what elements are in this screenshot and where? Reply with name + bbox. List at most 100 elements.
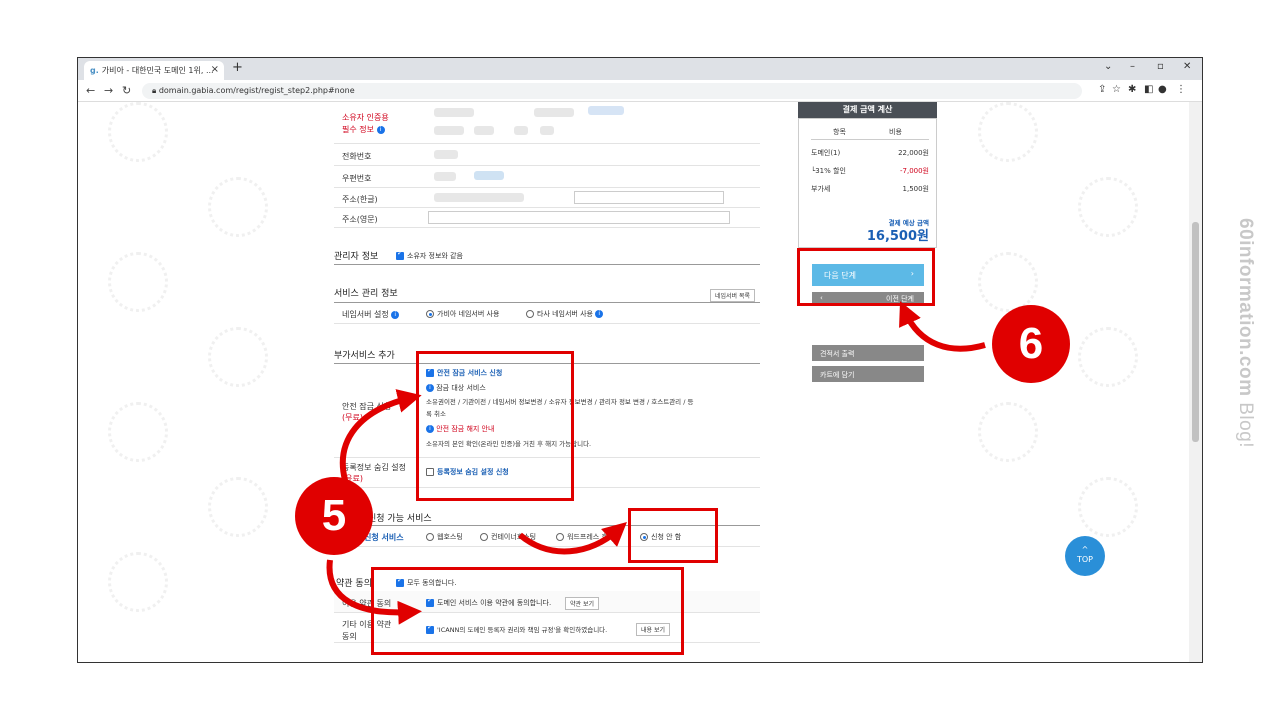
- url-field[interactable]: 🔒︎ domain.gabia.com/regist/regist_step2.…: [142, 83, 1082, 99]
- ns-list-button[interactable]: 네임서버 목록: [710, 289, 756, 302]
- same-as-owner-checkbox[interactable]: [396, 249, 404, 260]
- address-en-input[interactable]: [428, 211, 730, 224]
- owner-auth-row: 소유자 인증용 필수 정보 i: [334, 102, 760, 144]
- address-bar-row: ← → ↻ 🔒︎ domain.gabia.com/regist/regist_…: [78, 80, 1202, 102]
- ns-row: 네임서버 설정 i 가비아 네임서버 사용 타사 네임서버 사용 i: [334, 302, 760, 324]
- new-tab-icon[interactable]: +: [232, 60, 243, 75]
- blurred-field: [434, 126, 464, 135]
- watermark: 60information.com Blog!: [1232, 218, 1256, 498]
- cost-row-label: 부가세: [811, 185, 831, 193]
- scroll-top-button[interactable]: ^ TOP: [1065, 536, 1105, 576]
- safe-lock-free: (무료): [342, 413, 363, 422]
- scrollbar-thumb[interactable]: [1192, 222, 1199, 442]
- maximize-icon[interactable]: ▫: [1157, 61, 1164, 72]
- address-kr-row: 주소(한글): [334, 188, 760, 208]
- menu-kebab-icon[interactable]: ⋮: [1176, 84, 1186, 95]
- col-cost: 비용: [889, 128, 902, 136]
- terms-title: 약관 동의: [336, 579, 372, 589]
- quote-button[interactable]: 견적서 출력: [812, 345, 924, 361]
- address-en-row: 주소(영문): [334, 208, 760, 228]
- cost-row: 부가세 1,500원: [811, 184, 929, 194]
- extensions-icon[interactable]: ✱: [1128, 84, 1136, 95]
- webhosting-label: 웹호스팅: [437, 533, 463, 541]
- lock-icon: 🔒︎: [152, 86, 159, 95]
- postal-label: 우편번호: [342, 174, 372, 183]
- tab-close-icon[interactable]: ×: [211, 64, 219, 75]
- ns-other-label: 타사 네임서버 사용: [537, 310, 593, 318]
- webhosting-radio[interactable]: [426, 533, 434, 541]
- reload-icon[interactable]: ↻: [122, 84, 131, 97]
- bookmark-star-icon[interactable]: ☆: [1112, 84, 1121, 95]
- side-panel-icon[interactable]: ◧: [1144, 84, 1153, 95]
- phone-row: 전화번호: [334, 144, 760, 166]
- divider: [334, 264, 760, 265]
- cost-row-label: └31% 할인: [811, 167, 846, 175]
- linked-row-label: 신청 서비스: [364, 533, 404, 542]
- blurred-field: [534, 108, 574, 117]
- info-icon[interactable]: i: [376, 125, 385, 134]
- tab-title: 가비아 - 대한민국 도메인 1위, ...: [101, 66, 214, 75]
- step-5-badge: 5: [295, 477, 373, 555]
- expected-value: 16,500원: [866, 229, 929, 244]
- other-terms-label-2: 동의: [342, 632, 357, 641]
- ns-other-radio[interactable]: [526, 310, 534, 318]
- container-radio[interactable]: [480, 533, 488, 541]
- blurred-field: [434, 108, 474, 117]
- ns-label: 네임서버 설정: [342, 310, 389, 319]
- browser-tab[interactable]: g. 가비아 - 대한민국 도메인 1위, ... ×: [84, 61, 224, 80]
- address-kr-input[interactable]: [574, 191, 724, 204]
- tab-search-icon[interactable]: ⌄: [1104, 61, 1112, 72]
- cost-row-label: 도메인(1): [811, 149, 841, 157]
- blurred-field: [434, 150, 458, 159]
- back-icon[interactable]: ←: [86, 84, 95, 97]
- cost-row: └31% 할인 -7,000원: [811, 166, 929, 176]
- container-label: 컨테이너호스팅: [491, 533, 537, 541]
- minimize-icon[interactable]: –: [1130, 61, 1135, 72]
- profile-avatar-icon[interactable]: ●: [1158, 84, 1167, 95]
- blurred-field: [474, 171, 504, 180]
- safe-lock-label: 안전 잠금 신청: [342, 402, 392, 411]
- owner-auth-label: 소유자 인증용: [342, 113, 389, 122]
- step-6-badge: 6: [992, 305, 1070, 383]
- cost-row-value: 22,000원: [898, 149, 929, 157]
- blurred-field: [434, 193, 524, 202]
- blurred-field: [588, 106, 624, 115]
- admin-title: 관리자 정보: [334, 252, 379, 262]
- watermark-light: Blog!: [1235, 396, 1256, 449]
- annotation-box-addons: [416, 351, 574, 501]
- address-kr-label: 주소(한글): [342, 195, 378, 204]
- forward-icon[interactable]: →: [104, 84, 113, 97]
- blurred-field: [514, 126, 528, 135]
- service-title: 서비스 관리 정보: [334, 289, 398, 299]
- blurred-field: [434, 172, 456, 181]
- scrollbar[interactable]: [1189, 102, 1202, 662]
- annotation-box-terms: [371, 567, 684, 655]
- blurred-field: [540, 126, 554, 135]
- privacy-label: 등록정보 숨김 설정: [342, 463, 406, 472]
- wordpress-radio[interactable]: [556, 533, 564, 541]
- share-icon[interactable]: ⇪: [1098, 84, 1106, 95]
- top-label: TOP: [1076, 555, 1093, 564]
- tab-bar: g. 가비아 - 대한민국 도메인 1위, ... × + ⌄ – ▫ ✕: [78, 58, 1202, 80]
- same-as-owner-label: 소유자 정보와 같음: [407, 252, 463, 260]
- arrow-up-icon: ^: [1081, 545, 1089, 554]
- addon-title: 부가서비스 추가: [334, 351, 395, 361]
- annotation-box-no-apply: [628, 508, 718, 563]
- watermark-bold: 60information.com: [1235, 218, 1256, 397]
- cart-button[interactable]: 카트에 담기: [812, 366, 924, 382]
- postal-row: 우편번호: [334, 166, 760, 188]
- info-icon[interactable]: i: [391, 310, 400, 319]
- gabia-favicon-icon: g.: [90, 66, 99, 75]
- ns-gabia-radio[interactable]: [426, 310, 434, 318]
- close-window-icon[interactable]: ✕: [1183, 61, 1191, 72]
- owner-auth-label-2: 필수 정보: [342, 125, 374, 134]
- col-item: 항목: [833, 128, 846, 136]
- info-icon[interactable]: i: [595, 310, 604, 318]
- cost-table: 항목 비용 도메인(1) 22,000원 └31% 할인 -7,000원 부가세 1,…: [798, 118, 937, 248]
- wordpress-label: 워드프레스 호스팅: [567, 533, 621, 541]
- address-en-label: 주소(영문): [342, 215, 378, 224]
- url-text: domain.gabia.com/regist/regist_step2.php…: [158, 86, 355, 95]
- ns-gabia-label: 가비아 네임서버 사용: [437, 310, 500, 318]
- sidebar-header: 결제 금액 계산: [798, 102, 937, 118]
- phone-label: 전화번호: [342, 152, 372, 161]
